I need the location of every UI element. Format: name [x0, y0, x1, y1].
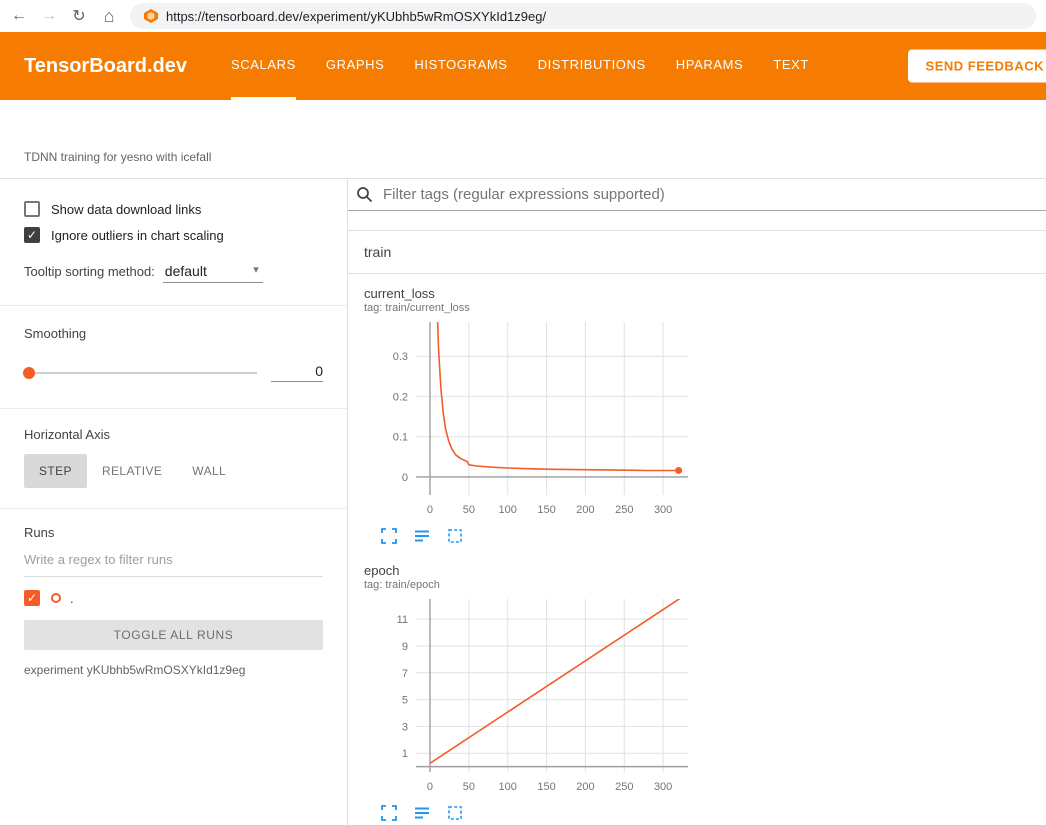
search-icon [356, 186, 373, 203]
chart-current-loss: current_loss tag: train/current_loss 0 50… [364, 278, 694, 545]
tab-scalars[interactable]: SCALARS [231, 32, 296, 100]
chart-toolbar [364, 521, 694, 545]
run-name: . [70, 591, 74, 606]
svg-text:250: 250 [615, 504, 633, 516]
tab-distributions[interactable]: DISTRIBUTIONS [538, 32, 646, 100]
tooltip-sorting-dropdown[interactable]: default ▾ [163, 263, 263, 283]
run-row[interactable]: ✓ . [24, 590, 323, 606]
svg-text:50: 50 [463, 781, 475, 793]
svg-text:300: 300 [654, 781, 672, 793]
svg-text:9: 9 [402, 641, 408, 653]
show-download-links-label: Show data download links [51, 202, 201, 217]
line-chart[interactable]: 0 50 100 150 200 250 300 0 0.1 0.2 0.3 [364, 316, 694, 521]
svg-text:0.3: 0.3 [393, 351, 408, 363]
app-header: TensorBoard.dev SCALARS GRAPHS HISTOGRAM… [0, 32, 1046, 100]
svg-text:200: 200 [576, 781, 594, 793]
reload-icon[interactable]: ↻ [64, 2, 94, 30]
svg-text:0: 0 [427, 504, 433, 516]
axis-step-button[interactable]: STEP [24, 454, 87, 488]
svg-text:0: 0 [427, 781, 433, 793]
svg-text:300: 300 [654, 504, 672, 516]
home-icon[interactable]: ⌂ [94, 2, 124, 30]
runs-filter-input[interactable] [24, 542, 323, 577]
svg-text:0.1: 0.1 [393, 432, 408, 444]
main-nav: SCALARS GRAPHS HISTOGRAMS DISTRIBUTIONS … [231, 32, 809, 100]
forward-icon[interactable]: → [34, 2, 64, 30]
svg-text:0: 0 [402, 472, 408, 484]
fit-domain-icon[interactable] [446, 804, 464, 822]
app-title: TensorBoard.dev [24, 32, 187, 100]
chart-title: epoch [364, 563, 694, 578]
svg-text:11: 11 [397, 614, 408, 626]
experiment-description-row: TDNN training for yesno with icefall [0, 100, 1046, 179]
tab-histograms[interactable]: HISTOGRAMS [414, 32, 507, 100]
smoothing-value-input[interactable] [271, 363, 323, 382]
tooltip-sorting-label: Tooltip sorting method: [24, 264, 155, 279]
url-text: https://tensorboard.dev/experiment/yKUbh… [166, 9, 546, 24]
experiment-description: TDNN training for yesno with icefall [24, 150, 211, 164]
show-download-links-row[interactable]: Show data download links [24, 201, 323, 217]
svg-text:0.2: 0.2 [393, 391, 408, 403]
show-download-links-checkbox[interactable] [24, 201, 40, 217]
svg-text:1: 1 [402, 748, 408, 760]
browser-toolbar: ← → ↻ ⌂ https://tensorboard.dev/experime… [0, 0, 1046, 32]
chart-title: current_loss [364, 286, 694, 301]
chart-epoch: epoch tag: train/epoch 0 50 100 150 200 250 30… [364, 555, 694, 822]
toggle-all-runs-button[interactable]: TOGGLE ALL RUNS [24, 620, 323, 650]
fit-domain-icon[interactable] [446, 527, 464, 545]
svg-text:250: 250 [615, 781, 633, 793]
axis-wall-button[interactable]: WALL [177, 454, 241, 488]
tab-hparams[interactable]: HPARAMS [676, 32, 744, 100]
smoothing-slider-thumb[interactable] [23, 367, 35, 379]
svg-text:150: 150 [537, 781, 555, 793]
site-favicon [144, 9, 158, 23]
back-icon[interactable]: ← [4, 2, 34, 30]
axis-relative-button[interactable]: RELATIVE [87, 454, 177, 488]
run-selector-icon[interactable] [413, 527, 431, 545]
svg-text:100: 100 [499, 504, 517, 516]
scalars-main: train current_loss tag: train/current_lo… [348, 179, 1046, 825]
line-chart[interactable]: 0 50 100 150 200 250 300 1 3 5 7 9 11 [364, 593, 694, 798]
run-color-ring-icon [51, 593, 61, 603]
svg-text:150: 150 [537, 504, 555, 516]
svg-text:3: 3 [402, 721, 408, 733]
tab-graphs[interactable]: GRAPHS [326, 32, 385, 100]
tab-text[interactable]: TEXT [773, 32, 809, 100]
smoothing-label: Smoothing [24, 326, 323, 341]
run-checkbox[interactable]: ✓ [24, 590, 40, 606]
expand-chart-icon[interactable] [380, 527, 398, 545]
chart-tag: tag: train/current_loss [364, 302, 694, 314]
experiment-caption: experiment yKUbhb5wRmOSXYkId1z9eg [24, 663, 323, 677]
train-card: train current_loss tag: train/current_lo… [348, 230, 1046, 825]
svg-text:100: 100 [499, 781, 517, 793]
run-selector-icon[interactable] [413, 804, 431, 822]
ignore-outliers-checkbox[interactable]: ✓ [24, 227, 40, 243]
svg-text:7: 7 [402, 668, 408, 680]
tag-filter-input[interactable] [383, 186, 1046, 203]
svg-text:50: 50 [463, 504, 475, 516]
svg-text:5: 5 [402, 695, 408, 707]
runs-label: Runs [24, 525, 323, 540]
chart-toolbar [364, 798, 694, 822]
charts-grid: current_loss tag: train/current_loss 050… [348, 274, 1046, 825]
train-section-header[interactable]: train [348, 231, 1046, 274]
tag-filter-row [348, 179, 1046, 211]
horizontal-axis-label: Horizontal Axis [24, 427, 323, 442]
chart-tag: tag: train/epoch [364, 579, 694, 591]
address-bar[interactable]: https://tensorboard.dev/experiment/yKUbh… [130, 3, 1036, 29]
settings-sidebar: Show data download links ✓ Ignore outlie… [0, 179, 348, 825]
svg-text:200: 200 [576, 504, 594, 516]
expand-chart-icon[interactable] [380, 804, 398, 822]
horizontal-axis-buttons: STEP RELATIVE WALL [24, 454, 323, 488]
ignore-outliers-row[interactable]: ✓ Ignore outliers in chart scaling [24, 227, 323, 243]
tooltip-sorting-value: default [165, 263, 207, 279]
send-feedback-button[interactable]: SEND FEEDBACK [908, 50, 1046, 83]
smoothing-slider[interactable] [24, 372, 257, 374]
chevron-down-icon: ▾ [253, 263, 259, 279]
ignore-outliers-label: Ignore outliers in chart scaling [51, 228, 224, 243]
